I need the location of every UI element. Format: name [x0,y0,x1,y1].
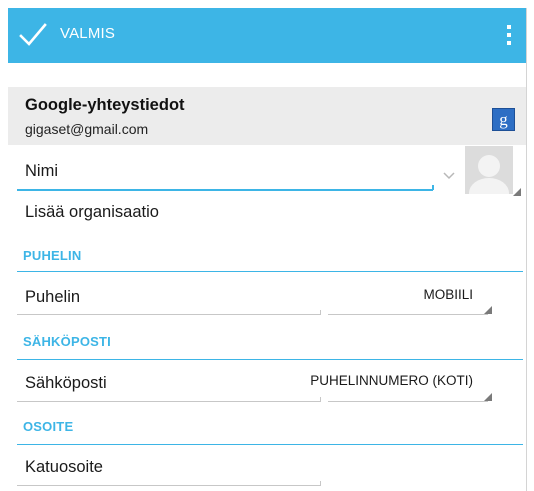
email-type-spinner[interactable]: PUHELINNUMERO (KOTI) [278,373,473,388]
section-header-address: OSOITE [23,419,74,434]
section-header-email: SÄHKÖPOSTI [23,334,111,349]
google-account-icon: g [492,108,515,131]
email-type-underline [328,401,488,402]
name-field[interactable]: Nimi [25,162,58,181]
section-divider-address [17,444,523,445]
chevron-down-icon[interactable] [442,171,456,181]
avatar-dropdown-indicator [513,188,521,196]
phone-type-dropdown-indicator [484,306,492,314]
section-divider-email [17,359,523,360]
email-type-dropdown-indicator [484,393,492,401]
street-address-input[interactable]: Katuosoite [25,458,103,477]
street-address-underline [17,485,321,486]
email-input-underline [17,401,321,402]
phone-input-underline [17,314,321,315]
phone-type-underline [328,314,488,315]
section-divider-phone [17,271,523,272]
action-bar: VALMIS [8,8,526,63]
account-header: Google-yhteystiedot gigaset@gmail.com g [8,87,526,145]
edit-contact-screen: VALMIS Google-yhteystiedot gigaset@gmail… [8,8,527,491]
account-email: gigaset@gmail.com [25,121,149,137]
account-title: Google-yhteystiedot [25,96,185,114]
overflow-menu-icon[interactable] [501,20,517,50]
contact-photo-avatar[interactable] [465,146,513,194]
done-button[interactable]: VALMIS [8,8,168,63]
name-field-underline [17,189,433,191]
email-input[interactable]: Sähköposti [25,374,107,393]
phone-type-spinner[interactable]: MOBIILI [328,287,473,302]
phone-input[interactable]: Puhelin [25,288,80,307]
add-organisation-link[interactable]: Lisää organisaatio [25,203,159,222]
done-label: VALMIS [60,25,116,42]
section-header-phone: PUHELIN [23,248,82,263]
check-icon [19,23,47,46]
